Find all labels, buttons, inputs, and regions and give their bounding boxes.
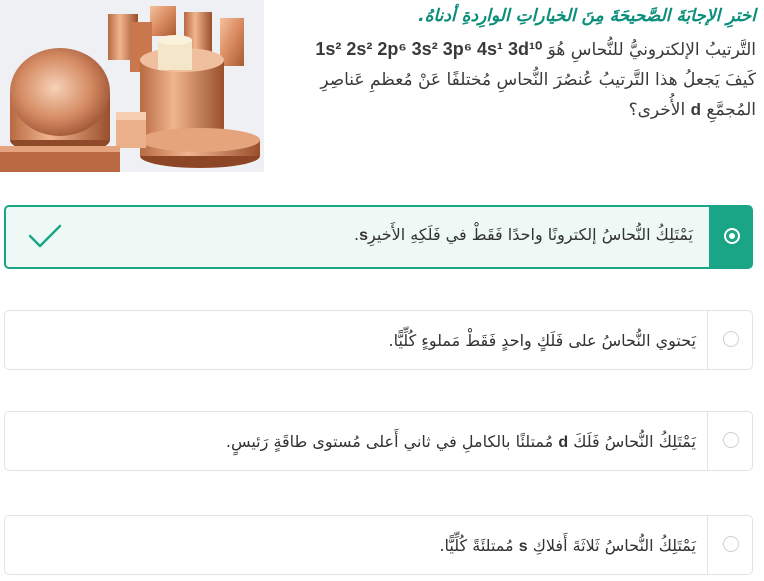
option-text: يَحتوي النُّحاسُ على فَلَكٍ واحدٍ فَقَطْ… [388, 331, 697, 350]
question-block: اخترِ الإجابَةَ الصَّحيحَةَ مِنَ الخيارا… [266, 0, 756, 125]
question-line-3-suffix: الأُخرى؟ [628, 100, 686, 120]
answer-option-4[interactable]: يَمْتَلِكُ النُّحاسُ ثَلاثَةَ أَفلاكِ s … [4, 515, 753, 575]
option-text: يَمْتَلِكُ النُّحاسُ فَلَكَ [573, 432, 696, 451]
radio-column [709, 207, 751, 267]
question-line-1: التَّرتيبُ الإلكترونيُّ للنُّحاسِ هُوَ 1… [266, 34, 756, 65]
question-line-3: المُجمَّعِ d الأُخرى؟ [266, 95, 756, 125]
instruction-text: اخترِ الإجابَةَ الصَّحيحَةَ مِنَ الخيارا… [418, 6, 756, 26]
radio-column [707, 516, 752, 574]
option-text: يَمْتَلِكُ النُّحاسُ ثَلاثَةَ أَفلاكِ [532, 536, 696, 555]
question-line-1-prefix: التَّرتيبُ الإلكترونيُّ للنُّحاسِ هُوَ [547, 40, 756, 60]
radio-unchecked-icon[interactable] [723, 432, 739, 448]
answer-option-label: يَحتوي النُّحاسُ على فَلَكٍ واحدٍ فَقَطْ… [25, 311, 697, 369]
answer-option-label: يَمْتَلِكُ النُّحاسُ ثَلاثَةَ أَفلاكِ s … [25, 516, 696, 574]
answer-option-label: يَمْتَلِكُ النُّحاسُ فَلَكَ d مُمتلئًا ب… [25, 412, 696, 470]
radio-column [707, 412, 752, 470]
answer-option-3[interactable]: يَمْتَلِكُ النُّحاسُ فَلَكَ d مُمتلئًا ب… [4, 411, 753, 471]
option-bold-symbol: d [558, 434, 569, 451]
electron-configuration: 1s² 2s² 2p⁶ 3s² 3p⁶ 4s¹ 3d¹⁰ [315, 39, 543, 59]
checkmark-icon [28, 224, 62, 248]
option-bold-symbol: s [518, 538, 528, 555]
question-line-3-prefix: المُجمَّعِ [706, 100, 756, 120]
answer-option-2[interactable]: يَحتوي النُّحاسُ على فَلَكٍ واحدٍ فَقَطْ… [4, 310, 753, 370]
copper-samples-image [0, 0, 264, 172]
radio-unchecked-icon[interactable] [723, 536, 739, 552]
option-text: يَمْتَلِكُ النُّحاسُ إلكترونًا واحدًا فَ… [368, 225, 693, 244]
answer-option-1[interactable]: يَمْتَلِكُ النُّحاسُ إلكترونًا واحدًا فَ… [4, 205, 753, 269]
option-text-end: مُمتلئًا بالكاملِ في ثاني أَعلى مُستوى ط… [225, 432, 554, 451]
option-bold-symbol: s [359, 227, 369, 244]
radio-unchecked-icon[interactable] [723, 331, 739, 347]
answer-option-label: يَمْتَلِكُ النُّحاسُ إلكترونًا واحدًا فَ… [26, 207, 693, 267]
radio-checked-icon[interactable] [724, 228, 740, 244]
radio-column [707, 311, 752, 369]
question-line-2: كَيفَ يَجعلُ هذا التَّرتيبُ عُنصُرَ النُ… [320, 70, 756, 90]
option-text-end: مُمتلئَةً كُلِّيًّا. [439, 536, 514, 555]
question-line-3-d: d [690, 100, 701, 119]
